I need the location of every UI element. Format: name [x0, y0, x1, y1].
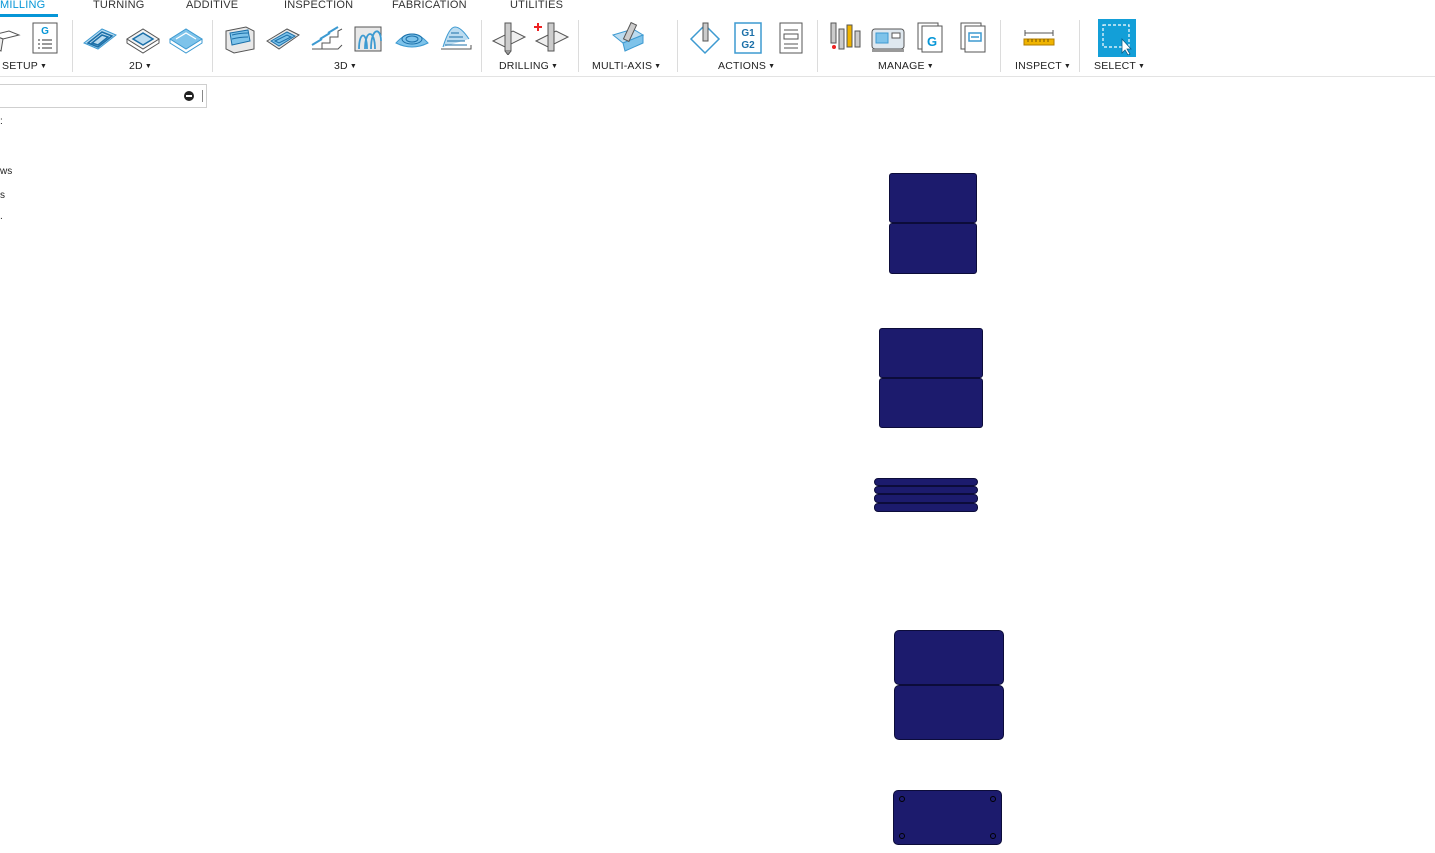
chevron-down-icon: ▼: [40, 63, 48, 70]
part-body[interactable]: [893, 790, 1002, 845]
pocket-clearing-icon[interactable]: [265, 20, 301, 56]
part-body[interactable]: [879, 378, 983, 428]
part-body[interactable]: [894, 685, 1004, 740]
browser-search-input[interactable]: [0, 84, 207, 108]
machine-library-icon[interactable]: [870, 20, 906, 56]
2d-label: 2D: [129, 60, 143, 72]
part-body[interactable]: [874, 486, 978, 494]
adaptive-clearing-icon[interactable]: [222, 20, 258, 56]
svg-text:G: G: [41, 26, 49, 37]
tab-milling[interactable]: MILLING: [0, 0, 45, 11]
part-body[interactable]: [879, 328, 983, 378]
part-body[interactable]: [874, 494, 978, 503]
chevron-down-icon: ▼: [1138, 63, 1146, 70]
toolbar-separator: [817, 20, 818, 72]
tab-additive[interactable]: ADDITIVE: [186, 0, 238, 11]
drilling-label: DRILLING: [499, 60, 550, 72]
toolbar-divider: [0, 76, 1435, 77]
toolbar-separator: [1000, 20, 1001, 72]
hole-feature: [899, 833, 905, 839]
flow-icon[interactable]: [351, 20, 387, 56]
graphics-viewport[interactable]: [210, 78, 1435, 853]
window-select-icon[interactable]: [1098, 19, 1136, 57]
toolbar-separator: [677, 20, 678, 72]
browser-tree-item[interactable]: .: [0, 211, 3, 222]
tab-utilities[interactable]: UTILITIES: [510, 0, 563, 11]
part-body[interactable]: [889, 223, 977, 274]
select-menu[interactable]: SELECT ▼: [1094, 60, 1145, 72]
hole-feature: [990, 833, 996, 839]
browser-tree-item[interactable]: :: [0, 116, 3, 127]
chevron-down-icon: ▼: [926, 63, 934, 70]
chevron-down-icon: ▼: [144, 63, 152, 70]
drill-icon[interactable]: [491, 20, 527, 56]
manage-menu[interactable]: MANAGE ▼: [878, 60, 934, 72]
text-cursor: [202, 90, 203, 102]
3d-menu[interactable]: 3D ▼: [334, 60, 357, 72]
part-body[interactable]: [894, 630, 1004, 685]
workspace-tabs: MILLING TURNING ADDITIVE INSPECTION FABR…: [0, 0, 1435, 18]
steep-and-shallow-icon[interactable]: [308, 20, 344, 56]
radial-icon[interactable]: [394, 20, 430, 56]
inspect-label: INSPECT: [1015, 60, 1062, 72]
chevron-down-icon: ▼: [349, 63, 357, 70]
ribbon-toolbar: G SETUP ▼ 2D ▼ 3D ▼ DRILLING ▼ MULTI-AXI…: [0, 18, 1435, 76]
2d-menu[interactable]: 2D ▼: [129, 60, 152, 72]
actions-menu[interactable]: ACTIONS ▼: [718, 60, 775, 72]
measure-icon[interactable]: [1021, 20, 1057, 56]
tab-turning[interactable]: TURNING: [93, 0, 145, 11]
browser-tree-item[interactable]: ws: [0, 166, 12, 177]
toolbar-separator: [578, 20, 579, 72]
chevron-down-icon: ▼: [1063, 63, 1072, 70]
chevron-down-icon: ▼: [768, 63, 776, 70]
tab-inspection[interactable]: INSPECTION: [284, 0, 353, 11]
spiral-icon[interactable]: [437, 20, 473, 56]
manage-label: MANAGE: [878, 60, 925, 72]
part-body[interactable]: [889, 173, 977, 223]
3d-label: 3D: [334, 60, 348, 72]
multi-axis-menu[interactable]: MULTI-AXIS ▼: [592, 60, 661, 72]
part-body[interactable]: [874, 503, 978, 512]
toolbar-separator: [481, 20, 482, 72]
part-body[interactable]: [874, 478, 978, 486]
multi-axis-label: MULTI-AXIS: [592, 60, 653, 72]
tool-library-icon[interactable]: [827, 20, 863, 56]
simulate-icon[interactable]: [687, 20, 723, 56]
svg-text:G: G: [927, 34, 937, 49]
hole-feature: [899, 796, 905, 802]
inspect-menu[interactable]: INSPECT ▼: [1015, 60, 1071, 72]
template-library-icon[interactable]: [956, 20, 992, 56]
chevron-down-icon: ▼: [551, 63, 559, 70]
face-icon[interactable]: [168, 20, 204, 56]
toolbar-separator: [72, 20, 73, 72]
select-label: SELECT: [1094, 60, 1137, 72]
drilling-menu[interactable]: DRILLING ▼: [499, 60, 558, 72]
svg-text:G1: G1: [741, 28, 755, 39]
post-process-icon[interactable]: G1 G2: [730, 20, 766, 56]
toolbar-separator: [1079, 20, 1080, 72]
toolbar-separator: [212, 20, 213, 72]
clear-search-icon[interactable]: [184, 91, 194, 101]
swarf-icon[interactable]: [609, 20, 645, 56]
2d-pocket-icon[interactable]: [125, 20, 161, 56]
actions-label: ACTIONS: [718, 60, 767, 72]
active-tab-indicator: [0, 14, 58, 17]
post-library-icon[interactable]: G: [913, 20, 949, 56]
setup-sheet-icon[interactable]: [773, 20, 809, 56]
new-setup-icon[interactable]: [0, 20, 22, 56]
2d-adaptive-icon[interactable]: [82, 20, 118, 56]
hole-recognition-icon[interactable]: [534, 20, 570, 56]
setup-menu[interactable]: SETUP ▼: [2, 60, 47, 72]
chevron-down-icon: ▼: [654, 63, 662, 70]
nc-program-icon[interactable]: G: [27, 20, 63, 56]
hole-feature: [990, 796, 996, 802]
browser-tree-item[interactable]: s: [0, 190, 5, 201]
setup-label: SETUP: [2, 60, 39, 72]
tab-fabrication[interactable]: FABRICATION: [392, 0, 467, 11]
svg-text:G2: G2: [741, 40, 755, 51]
